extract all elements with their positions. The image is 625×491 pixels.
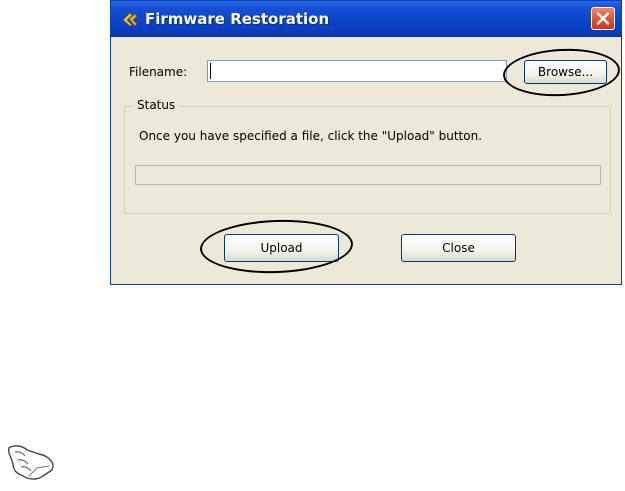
title-bar[interactable]: Firmware Restoration (111, 1, 621, 37)
close-button[interactable]: Close (401, 234, 516, 262)
screenshot-stage: Firmware Restoration Filename: Browse...… (0, 0, 625, 491)
firmware-restoration-dialog: Firmware Restoration Filename: Browse...… (110, 0, 622, 285)
filename-label: Filename: (129, 65, 188, 79)
window-title: Firmware Restoration (145, 10, 330, 28)
filename-input[interactable] (207, 60, 507, 82)
status-message: Once you have specified a file, click th… (139, 129, 483, 143)
close-icon (596, 12, 610, 25)
status-group (124, 106, 611, 214)
pointing-hand-note-icon (7, 445, 54, 480)
status-group-label: Status (133, 98, 180, 112)
upload-progress-bar (135, 165, 601, 185)
text-caret (210, 63, 211, 79)
window-close-button[interactable] (591, 7, 615, 30)
firmware-restoration-icon (121, 11, 139, 27)
